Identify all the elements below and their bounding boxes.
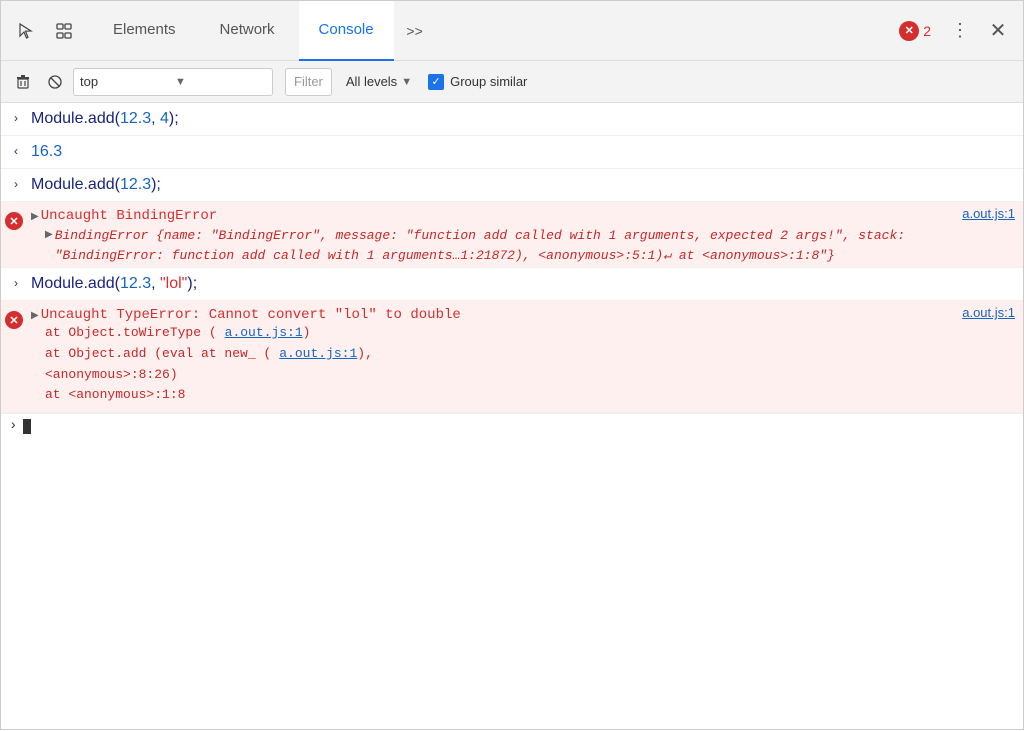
levels-chevron-icon: ▼ — [401, 76, 412, 88]
tab-console[interactable]: Console — [299, 1, 394, 61]
error-source-2[interactable]: a.out.js:1 — [962, 305, 1015, 320]
cursor — [23, 419, 31, 434]
console-row: ‹ 16.3 — [1, 136, 1023, 169]
stack-source-1[interactable]: a.out.js:1 — [225, 325, 303, 340]
console-error-row-2: ✕ ▶Uncaught TypeError: Cannot convert "l… — [1, 301, 1023, 413]
tab-network[interactable]: Network — [200, 1, 295, 61]
error-content-1: ▶Uncaught BindingError a.out.js:1 ▶ Bind… — [31, 206, 1015, 265]
error-badge: ✕ 2 — [899, 21, 931, 41]
console-output-area: › Module.add(12.3, 4); ‹ 16.3 › Module.a… — [1, 103, 1023, 731]
error-badge-icon: ✕ — [899, 21, 919, 41]
error-stack-trace: at Object.toWireType (a.out.js:1) at Obj… — [31, 323, 1015, 412]
prompt-symbol: › — [9, 418, 17, 434]
expand-triangle-icon[interactable]: ▶ — [31, 211, 39, 222]
console-row: › Module.add(12.3, 4); — [1, 103, 1023, 136]
output-prefix: ‹ — [1, 140, 31, 158]
error-icon-2: ✕ — [5, 311, 23, 329]
expand-triangle-2-icon[interactable]: ▶ — [45, 229, 53, 240]
more-tabs-button[interactable]: >> — [398, 14, 432, 48]
more-options-button[interactable]: ⋮ — [943, 14, 977, 48]
group-similar-toggle[interactable]: ✓ Group similar — [428, 74, 527, 90]
block-messages-button[interactable] — [41, 68, 69, 96]
error-content-2: ▶Uncaught TypeError: Cannot convert "lol… — [31, 305, 1015, 412]
error-source-1[interactable]: a.out.js:1 — [962, 206, 1015, 221]
console-error-row-1: ✕ ▶Uncaught BindingError a.out.js:1 ▶ Bi… — [1, 202, 1023, 268]
group-similar-checkbox[interactable]: ✓ — [428, 74, 444, 90]
element-picker-icon[interactable] — [47, 14, 81, 48]
levels-dropdown[interactable]: All levels ▼ — [340, 68, 418, 96]
console-toolbar: top ▼ Filter All levels ▼ ✓ Group simila… — [1, 61, 1023, 103]
expand-triangle-3-icon[interactable]: ▶ — [31, 310, 39, 321]
console-input-3: Module.add(12.3, "lol"); — [31, 272, 1015, 296]
cursor-icon[interactable] — [9, 14, 43, 48]
console-row: › Module.add(12.3, "lol"); — [1, 268, 1023, 301]
console-output-1: 16.3 — [31, 140, 1015, 164]
clear-console-button[interactable] — [9, 68, 37, 96]
devtools-icons — [9, 14, 81, 48]
console-input-1: Module.add(12.3, 4); — [31, 107, 1015, 131]
stack-source-2[interactable]: a.out.js:1 — [279, 346, 357, 361]
input-prefix: › — [1, 272, 31, 290]
console-input-2: Module.add(12.3); — [31, 173, 1015, 197]
tab-bar: Elements Network Console >> ✕ 2 ⋮ ✕ — [1, 1, 1023, 61]
input-prefix: › — [1, 173, 31, 191]
tab-elements[interactable]: Elements — [93, 1, 196, 61]
context-selector[interactable]: top ▼ — [73, 68, 273, 96]
filter-input[interactable]: Filter — [285, 68, 332, 96]
error-icon: ✕ — [5, 212, 23, 230]
console-prompt-row[interactable]: › — [1, 413, 1023, 438]
input-prefix: › — [1, 107, 31, 125]
close-devtools-button[interactable]: ✕ — [981, 14, 1015, 48]
console-row: › Module.add(12.3); — [1, 169, 1023, 202]
context-chevron-icon: ▼ — [175, 76, 266, 88]
